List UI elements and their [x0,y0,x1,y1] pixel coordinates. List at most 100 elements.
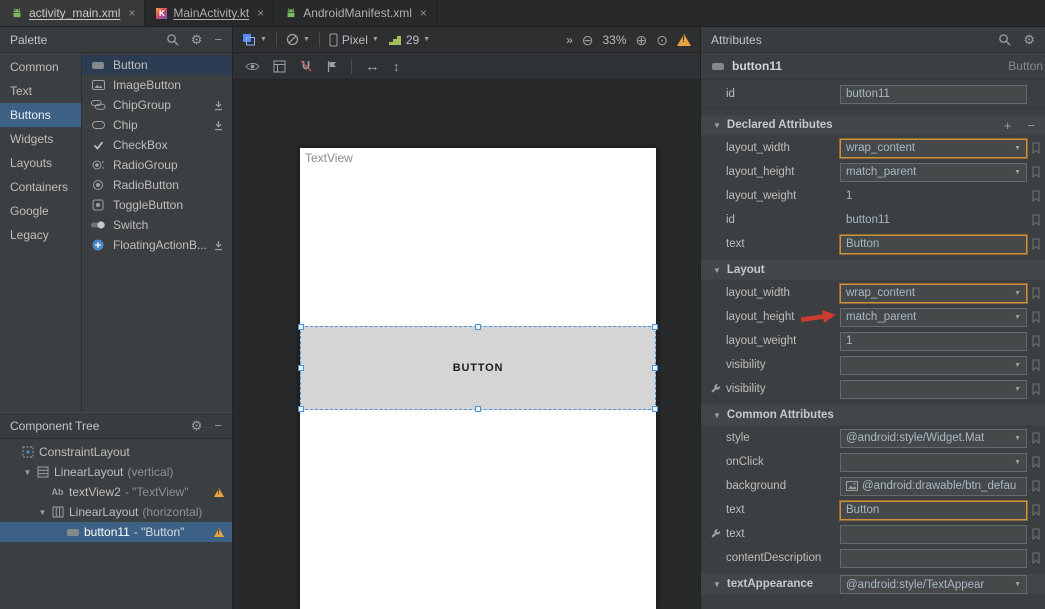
palette-category-text[interactable]: Text [0,79,81,103]
search-icon[interactable] [166,33,179,46]
tab-androidmanifest-xml[interactable]: AndroidManifest.xml× [274,0,437,26]
attr-value-field[interactable] [840,525,1027,544]
section-header-layout[interactable]: ▼Layout [701,260,1045,280]
bookmark-icon[interactable] [1032,383,1040,395]
gear-icon[interactable]: ⚙ [191,33,203,46]
chevron-down-icon[interactable]: ▼ [36,508,49,517]
bookmark-icon[interactable] [1032,214,1040,226]
api-level-selector[interactable]: 29▼ [388,33,430,47]
attr-value-field[interactable] [840,549,1027,568]
zoom-level[interactable]: 33% [603,33,627,47]
chevron-down-icon[interactable]: ▼ [1014,145,1021,152]
bookmark-icon[interactable] [1032,552,1040,564]
chevron-down-icon[interactable]: ▼ [1014,581,1021,588]
zoom-to-fit-button[interactable]: ⊙ [656,33,668,47]
download-icon[interactable] [213,120,224,131]
attr-value-field[interactable]: Button [840,501,1027,520]
minimize-icon[interactable]: − [214,33,222,46]
palette-item-chip[interactable]: Chip [82,115,232,135]
attr-value-field[interactable]: ▼ [840,380,1027,399]
zoom-in-button[interactable]: ⊕ [636,33,648,47]
magnet-off-icon[interactable] [299,59,313,73]
palette-item-floatingactionb[interactable]: FloatingActionB... [82,235,232,255]
palette-category-legacy[interactable]: Legacy [0,223,81,247]
attr-value-field[interactable]: @android:style/Widget.Mat▼ [840,429,1027,448]
section-header-common-attributes[interactable]: ▼Common Attributes [701,405,1045,425]
bookmark-icon[interactable] [1032,359,1040,371]
bookmark-icon[interactable] [1032,432,1040,444]
remove-attribute-button[interactable]: − [1027,119,1035,132]
minimize-icon[interactable]: − [214,419,222,432]
section-header-declared-attributes[interactable]: ▼Declared Attributes+− [701,115,1045,135]
zoom-out-button[interactable]: ⊖ [582,33,594,47]
tree-item-textview2[interactable]: AbtextView2- "TextView" [0,482,232,502]
close-icon[interactable]: × [257,6,264,20]
tab-mainactivity-kt[interactable]: KMainActivity.kt× [145,0,274,26]
palette-category-containers[interactable]: Containers [0,175,81,199]
attr-value-field[interactable]: ▼ [840,356,1027,375]
chevron-down-icon[interactable]: ▼ [1014,362,1021,369]
chevron-down-icon[interactable]: ▼ [1014,435,1021,442]
palette-category-common[interactable]: Common [0,55,81,79]
canvas-textview-widget[interactable]: TextView [305,151,353,165]
device-selector[interactable]: Pixel▼ [329,33,379,47]
palette-item-chipgroup[interactable]: ChipGroup [82,95,232,115]
attr-value-field[interactable]: @android:drawable/btn_defau [840,477,1027,496]
bookmark-icon[interactable] [1032,528,1040,540]
palette-item-imagebutton[interactable]: ImageButton [82,75,232,95]
chevron-down-icon[interactable]: ▼ [1014,314,1021,321]
bookmark-icon[interactable] [1032,190,1040,202]
tab-activity-main-xml[interactable]: activity_main.xml× [0,0,145,26]
palette-item-radiobutton[interactable]: RadioButton [82,175,232,195]
gear-icon[interactable]: ⚙ [1023,33,1035,46]
flag-icon[interactable] [326,60,338,73]
tree-item-linearlayout[interactable]: ▼LinearLayout(horizontal) [0,502,232,522]
palette-item-button[interactable]: Button [82,55,232,75]
v-distribute-icon[interactable]: ↕ [393,60,400,73]
palette-item-checkbox[interactable]: CheckBox [82,135,232,155]
id-input[interactable]: button11 [840,85,1027,104]
palette-item-switch[interactable]: Switch [82,215,232,235]
attr-value-field[interactable]: match_parent▼ [840,163,1027,182]
chevron-down-icon[interactable]: ▼ [1014,169,1021,176]
search-icon[interactable] [998,33,1011,46]
warnings-button[interactable] [677,34,691,46]
palette-item-togglebutton[interactable]: ToggleButton [82,195,232,215]
attr-value-field[interactable]: button11 [840,211,1027,230]
palette-category-google[interactable]: Google [0,199,81,223]
chevron-down-icon[interactable]: ▼ [1014,459,1021,466]
download-icon[interactable] [213,100,224,111]
attr-value-field[interactable]: @android:style/TextAppear▼ [840,575,1027,594]
h-arrows-icon[interactable]: ↔ [365,59,380,74]
palette-category-layouts[interactable]: Layouts [0,151,81,175]
attr-value-field[interactable]: wrap_content▼ [840,139,1027,158]
bookmark-icon[interactable] [1032,311,1040,323]
attr-value-field[interactable]: Button [840,235,1027,254]
add-attribute-button[interactable]: + [1004,119,1012,132]
attr-value-field[interactable]: 1 [840,187,1027,206]
toolbar-overflow[interactable]: » [566,33,573,47]
bookmark-icon[interactable] [1032,142,1040,154]
chevron-down-icon[interactable]: ▼ [1014,386,1021,393]
gear-icon[interactable]: ⚙ [191,419,203,432]
chevron-down-icon[interactable]: ▼ [21,468,34,477]
bookmark-icon[interactable] [1032,456,1040,468]
palette-item-radiogroup[interactable]: RadioGroup [82,155,232,175]
bookmark-icon[interactable] [1032,504,1040,516]
attr-value-field[interactable]: ▼ [840,453,1027,472]
palette-category-widgets[interactable]: Widgets [0,127,81,151]
section-header-textappearance[interactable]: ▼textAppearance@android:style/TextAppear… [701,574,1045,594]
orientation-selector[interactable]: ▼ [286,33,310,46]
tree-item-constraintlayout[interactable]: ConstraintLayout [0,442,232,462]
bookmark-icon[interactable] [1032,480,1040,492]
design-surface-selector[interactable]: ▼ [242,33,267,46]
bookmark-icon[interactable] [1032,335,1040,347]
attr-value-field[interactable]: match_parent▼ [840,308,1027,327]
bookmark-icon[interactable] [1032,287,1040,299]
canvas-button-widget[interactable]: BUTTON [300,326,656,410]
chevron-down-icon[interactable]: ▼ [1014,290,1021,297]
attr-value-field[interactable]: wrap_content▼ [840,284,1027,303]
tree-item-button11[interactable]: button11- "Button" [0,522,232,542]
eye-icon[interactable] [245,61,260,72]
attr-value-field[interactable]: 1 [840,332,1027,351]
